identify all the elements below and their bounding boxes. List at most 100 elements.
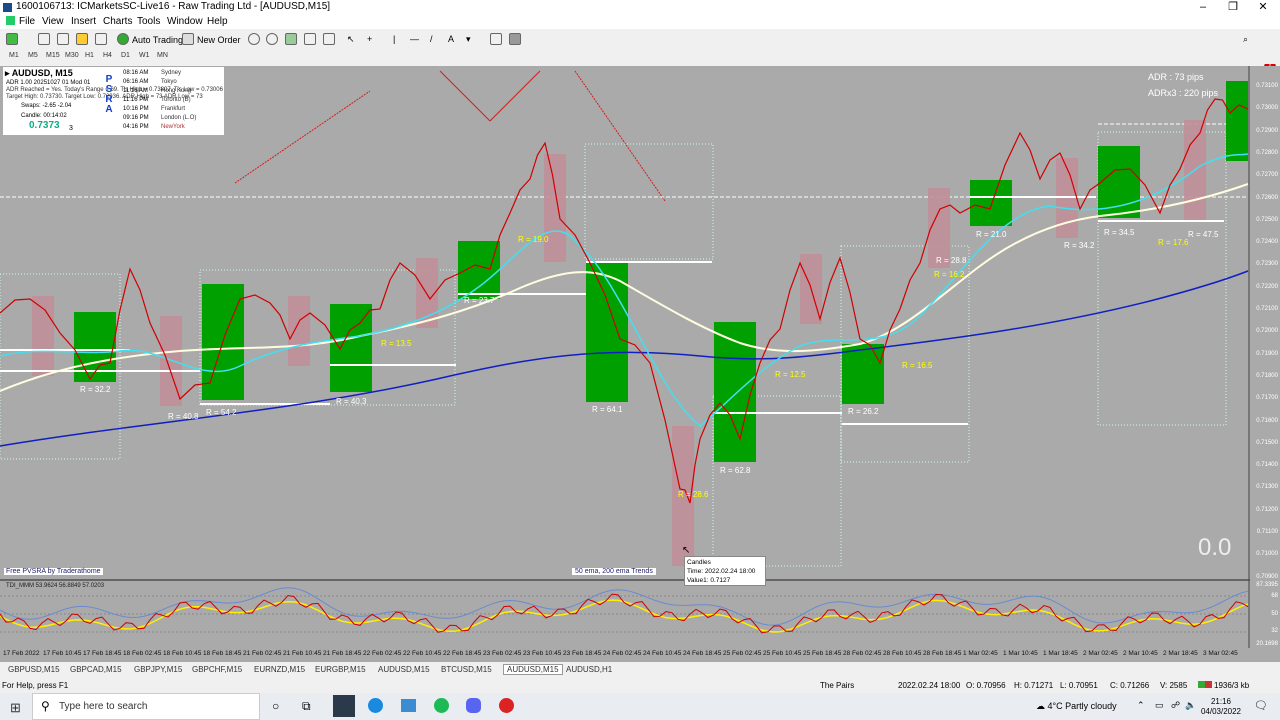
ema-trend-label: 50 ema, 200 ema Trends	[572, 568, 656, 575]
bull-range-box[interactable]	[1098, 146, 1140, 218]
cursor-icon[interactable]: ↖	[347, 33, 355, 46]
chart-tab[interactable]: GBPCHF,M15	[192, 665, 242, 674]
store-icon[interactable]	[401, 699, 416, 712]
crosshair-icon[interactable]: +	[367, 33, 372, 46]
bull-range-box[interactable]	[842, 344, 884, 404]
vertical-line-icon[interactable]: |	[393, 33, 395, 46]
tray-expand-icon[interactable]: ⌃	[1137, 700, 1145, 711]
periods-icon[interactable]	[490, 33, 505, 46]
tf-m15[interactable]: M15	[46, 52, 60, 59]
edge-icon[interactable]	[368, 698, 383, 713]
notifications-icon[interactable]: 🗨	[1254, 699, 1268, 712]
range-label: R = 12.5	[775, 370, 806, 379]
cortana-icon[interactable]: ○	[272, 699, 279, 713]
chart-tab[interactable]: AUDUSD,M15	[378, 665, 430, 674]
range-label: R = 34.2	[1064, 241, 1095, 250]
app-icon-red[interactable]	[499, 698, 514, 713]
chart-tab[interactable]: AUDUSD,H1	[566, 665, 612, 674]
candle-tooltip: Candles Time: 2022.02.24 18:00 Value1: 0…	[684, 556, 766, 586]
minimize-button[interactable]: –	[1188, 0, 1218, 15]
menu-tools[interactable]: Tools	[137, 16, 160, 27]
windows-start-icon[interactable]: ⊞	[10, 700, 21, 716]
trendline-icon[interactable]: /	[430, 33, 433, 46]
weather-widget[interactable]: ☁ 4°C Partly cloudy	[1036, 701, 1117, 712]
session-city: NewYork	[161, 124, 185, 130]
taskbar-search-box[interactable]: ⚲ Type here to search	[32, 693, 260, 720]
chart-canvas[interactable]	[0, 66, 1280, 648]
bear-range-box[interactable]	[544, 154, 566, 262]
session-row: 11:16 AM Hong Kong	[123, 87, 191, 95]
tf-h1[interactable]: H1	[85, 52, 94, 59]
price-tick-label: 0.71400	[1256, 462, 1278, 469]
bull-range-box[interactable]	[1226, 81, 1248, 161]
text-icon[interactable]: A	[448, 33, 454, 46]
menu-file[interactable]: File	[19, 16, 35, 27]
trend-line[interactable]	[234, 90, 371, 184]
tf-m30[interactable]: M30	[65, 52, 79, 59]
trend-line[interactable]	[489, 70, 541, 122]
status-close: C: 0.71266	[1110, 681, 1150, 690]
chart-tab[interactable]: EURGBP,M15	[315, 665, 366, 674]
search-icon[interactable]: ⌕	[1243, 33, 1248, 46]
tile-windows-icon[interactable]	[285, 33, 300, 46]
mt4-taskbar-icon[interactable]	[333, 695, 355, 717]
trend-line[interactable]	[574, 70, 666, 202]
time-axis[interactable]: 17 Feb 2022 17 Feb 10:45 17 Feb 18:45 18 Fe…	[0, 648, 1280, 662]
menu-window[interactable]: Window	[167, 16, 203, 27]
bull-range-box[interactable]	[970, 180, 1012, 226]
chart-tab[interactable]: BTCUSD,M15	[441, 665, 492, 674]
horizontal-line-icon[interactable]: —	[410, 33, 419, 46]
time-tick-label: 18 Feb 02:45	[123, 650, 162, 657]
bull-range-box[interactable]	[458, 241, 500, 299]
zoom-in-icon[interactable]	[248, 33, 263, 46]
new-chart-icon[interactable]	[6, 33, 21, 46]
new-order-button[interactable]: New Order	[182, 33, 241, 46]
menu-insert[interactable]: Insert	[71, 16, 96, 27]
tf-mn[interactable]: MN	[157, 52, 168, 59]
discord-icon[interactable]	[466, 698, 481, 713]
price-tick-label: 0.72000	[1256, 328, 1278, 335]
volume-icon[interactable]: 🔈	[1185, 700, 1196, 711]
navigator-icon[interactable]	[76, 33, 91, 46]
chart-tab[interactable]: EURNZD,M15	[254, 665, 305, 674]
chart-tab[interactable]: GBPJPY,M15	[134, 665, 182, 674]
bear-range-box[interactable]	[160, 316, 182, 406]
chart-shift-icon[interactable]	[304, 33, 319, 46]
bull-range-box[interactable]	[330, 304, 372, 392]
chart-tab[interactable]: GBPUSD,M15	[8, 665, 60, 674]
tf-m1[interactable]: M1	[9, 52, 19, 59]
auto-trading-button[interactable]: Auto Trading	[117, 33, 183, 46]
chart-tab[interactable]: GBPCAD,M15	[70, 665, 122, 674]
shapes-icon[interactable]: ▾	[466, 33, 471, 46]
tf-w1[interactable]: W1	[139, 52, 150, 59]
close-button[interactable]: ✕	[1248, 0, 1278, 15]
taskbar-clock[interactable]: 21:16 04/03/2022	[1198, 697, 1244, 717]
task-view-icon[interactable]: ⧉	[302, 699, 311, 714]
bull-range-box[interactable]	[714, 322, 756, 462]
chart-tab[interactable]: AUDUSD,M15	[503, 664, 563, 675]
menu-charts[interactable]: Charts	[103, 16, 132, 27]
network-icon[interactable]: ☍	[1171, 700, 1180, 711]
time-tick-label: 1 Mar 02:45	[963, 650, 998, 657]
range-label: R = 40.3	[336, 397, 367, 406]
maximize-button[interactable]: ❐	[1218, 0, 1248, 15]
spotify-icon[interactable]	[434, 698, 449, 713]
time-tick-label: 22 Feb 02:45	[363, 650, 402, 657]
market-watch-icon[interactable]	[57, 33, 72, 46]
autoscroll-icon[interactable]	[323, 33, 338, 46]
tf-h4[interactable]: H4	[103, 52, 112, 59]
tf-m5[interactable]: M5	[28, 52, 38, 59]
templates-icon[interactable]	[509, 33, 524, 46]
terminal-icon[interactable]	[95, 33, 110, 46]
chart-area[interactable]: R = 32.2 R = 40.8 R = 54.2 R = 40.3 R = …	[0, 66, 1280, 648]
session-row: 10:16 PM Frankfurt	[123, 105, 185, 113]
menu-view[interactable]: View	[42, 16, 64, 27]
bear-range-box[interactable]	[288, 296, 310, 366]
menu-help[interactable]: Help	[207, 16, 228, 27]
zoom-out-icon[interactable]	[266, 33, 281, 46]
tf-d1[interactable]: D1	[121, 52, 130, 59]
trend-line[interactable]	[439, 70, 491, 122]
profiles-icon[interactable]	[38, 33, 53, 46]
price-tick-label: 0.71100	[1256, 529, 1278, 535]
session-row: 09:16 PM London (L.O)	[123, 114, 196, 122]
